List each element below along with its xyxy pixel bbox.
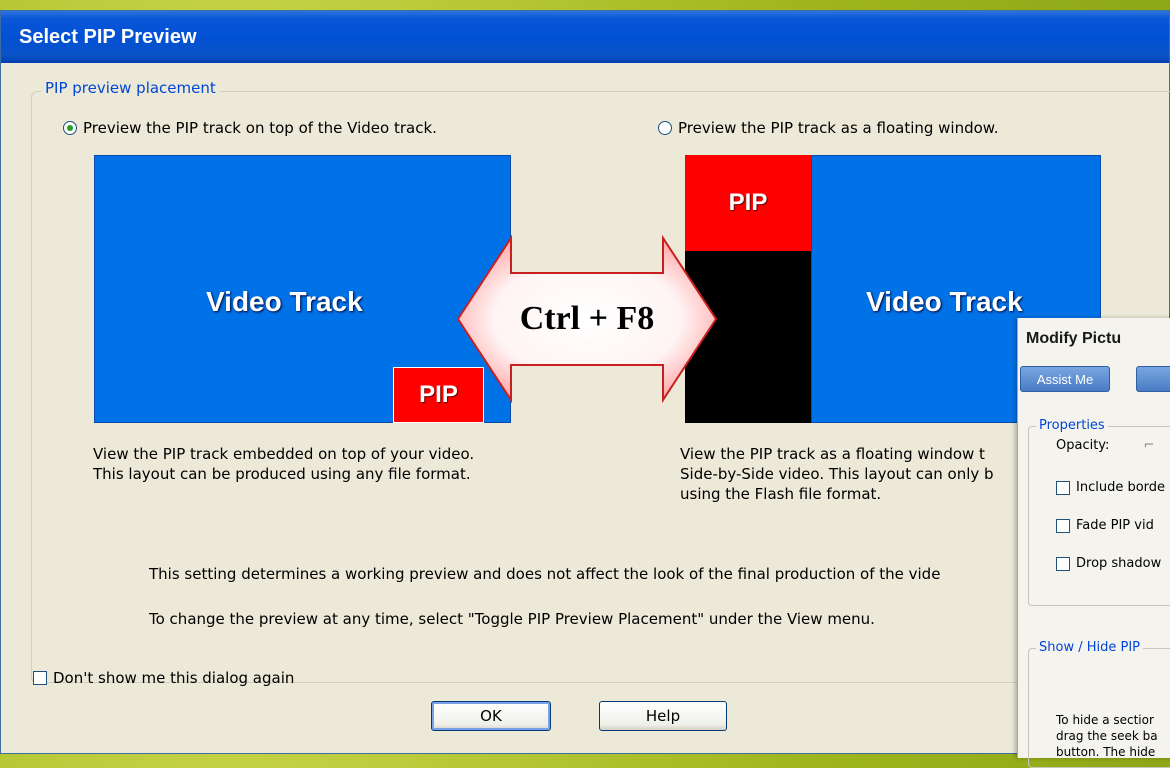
left-video-track-label: Video Track: [206, 286, 363, 317]
opacity-label: Opacity:: [1056, 438, 1110, 453]
left-desc-line-1: View the PIP track embedded on top of yo…: [93, 445, 475, 463]
toggle-shortcut-arrow: Ctrl + F8: [456, 234, 718, 404]
fade-pip-row[interactable]: Fade PIP vid: [1056, 518, 1154, 533]
show-hide-line-3: button. The hide: [1056, 745, 1156, 759]
include-border-label: Include borde: [1076, 480, 1166, 495]
fade-pip-label: Fade PIP vid: [1076, 518, 1154, 533]
modify-picture-in-picture-panel: Modify Pictu Assist Me Properties Opacit…: [1017, 318, 1170, 768]
help-button[interactable]: Help: [599, 701, 727, 731]
assist-me-button[interactable]: Assist Me: [1020, 366, 1110, 392]
properties-group: [1028, 426, 1170, 606]
right-description: View the PIP track as a floating window …: [680, 444, 1020, 504]
radio-on-top-label: Preview the PIP track on top of the Vide…: [83, 119, 437, 137]
properties-group-label: Properties: [1036, 418, 1108, 433]
drop-shadow-label: Drop shadow: [1076, 556, 1162, 571]
left-description: View the PIP track embedded on top of yo…: [93, 444, 474, 484]
radio-preview-on-top[interactable]: Preview the PIP track on top of the Vide…: [63, 119, 437, 137]
note-working-preview: This setting determines a working previe…: [149, 565, 941, 583]
dont-show-again-checkbox-row[interactable]: Don't show me this dialog again: [33, 669, 294, 687]
drop-shadow-row[interactable]: Drop shadow: [1056, 556, 1161, 571]
radio-floating-label: Preview the PIP track as a floating wind…: [678, 119, 999, 137]
side-panel-title: Modify Pictu: [1026, 330, 1122, 347]
opacity-slider-icon[interactable]: ⌐: [1143, 438, 1154, 453]
shortcut-label: Ctrl + F8: [519, 300, 655, 337]
note-toggle-placement: To change the preview at any time, selec…: [149, 610, 875, 628]
drop-shadow-checkbox[interactable]: [1056, 556, 1070, 571]
opacity-row: Opacity: ⌐: [1056, 438, 1154, 453]
radio-on-top-indicator[interactable]: [63, 121, 77, 135]
radio-floating-indicator[interactable]: [658, 121, 672, 135]
show-hide-pip-text: To hide a sectior drag the seek ba butto…: [1056, 712, 1158, 760]
show-hide-line-1: To hide a sectior: [1056, 713, 1154, 727]
select-pip-preview-dialog: Select PIP Preview PIP preview placement…: [0, 10, 1170, 754]
right-desc-line-2: Side-by-Side video. This layout can only…: [680, 465, 994, 483]
right-desc-line-1: View the PIP track as a floating window …: [680, 445, 985, 463]
right-video-track-label: Video Track: [866, 286, 1023, 317]
left-desc-line-2: This layout can be produced using any fi…: [93, 465, 471, 483]
include-border-row[interactable]: Include borde: [1056, 480, 1165, 495]
include-border-checkbox[interactable]: [1056, 480, 1070, 495]
side-panel-second-button[interactable]: [1136, 366, 1170, 392]
pip-placement-group-label: PIP preview placement: [41, 79, 220, 97]
dont-show-again-checkbox[interactable]: [33, 671, 47, 685]
show-hide-line-2: drag the seek ba: [1056, 729, 1158, 743]
ok-button[interactable]: OK: [431, 701, 551, 731]
radio-preview-floating[interactable]: Preview the PIP track as a floating wind…: [658, 119, 998, 137]
right-desc-line-3: using the Flash file format.: [680, 485, 882, 503]
fade-pip-checkbox[interactable]: [1056, 518, 1070, 533]
show-hide-pip-group-label: Show / Hide PIP: [1036, 640, 1144, 655]
dialog-title: Select PIP Preview: [1, 11, 1169, 63]
dont-show-again-label: Don't show me this dialog again: [53, 669, 295, 687]
left-preview-video-track: Video Track PIP: [94, 155, 511, 423]
